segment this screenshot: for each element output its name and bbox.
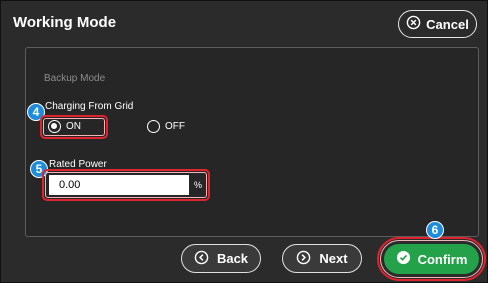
chevron-left-circle-icon bbox=[194, 250, 209, 268]
confirm-button-label: Confirm bbox=[417, 251, 468, 267]
next-button[interactable]: Next bbox=[282, 244, 362, 273]
check-circle-icon bbox=[396, 250, 411, 268]
radio-checked-icon bbox=[48, 120, 61, 133]
back-button-label: Back bbox=[216, 251, 249, 266]
working-mode-screen: Working Mode Cancel Backup Mode 4 Chargi… bbox=[0, 0, 488, 283]
charging-on-option[interactable]: ON bbox=[48, 120, 81, 133]
confirm-button[interactable]: Confirm bbox=[384, 244, 479, 274]
chevron-right-circle-icon bbox=[296, 250, 311, 268]
step-badge-6: 6 bbox=[426, 221, 444, 239]
cancel-button[interactable]: Cancel bbox=[398, 10, 477, 38]
header: Working Mode Cancel bbox=[1, 1, 487, 41]
radio-unchecked-icon bbox=[147, 120, 160, 133]
charging-off-option[interactable]: OFF bbox=[147, 120, 185, 133]
charging-on-label: ON bbox=[66, 121, 81, 132]
close-circle-icon bbox=[406, 15, 421, 33]
next-button-label: Next bbox=[319, 251, 348, 266]
cancel-button-label: Cancel bbox=[426, 16, 469, 32]
page-title: Working Mode bbox=[13, 14, 117, 31]
back-button[interactable]: Back bbox=[181, 244, 261, 273]
section-label: Backup Mode bbox=[44, 73, 106, 84]
charging-off-label: OFF bbox=[165, 121, 185, 132]
charging-from-grid-label: Charging From Grid bbox=[45, 101, 134, 112]
rated-power-unit: % bbox=[194, 180, 203, 190]
rated-power-input[interactable] bbox=[49, 175, 189, 195]
